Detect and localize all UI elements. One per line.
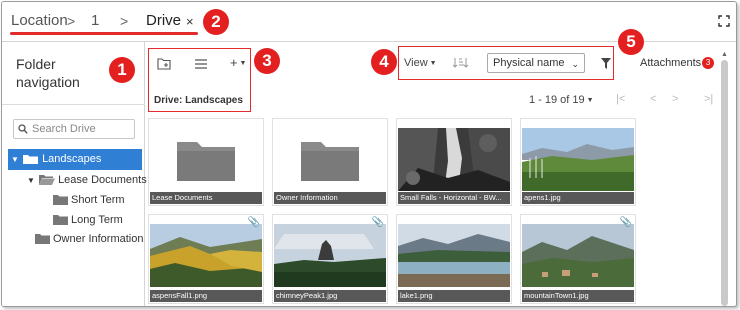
divider: [2, 104, 145, 105]
tile-image[interactable]: 📎 chimneyPeak1.jpg: [272, 214, 388, 304]
add-button[interactable]: + ▼: [230, 55, 246, 70]
breadcrumb-separator: >: [67, 13, 76, 29]
folder-icon: [53, 215, 68, 226]
next-page-icon[interactable]: >: [672, 93, 678, 105]
tile-folder[interactable]: Lease Documents: [148, 118, 264, 206]
attachments-count-badge: 3: [702, 57, 715, 69]
search-input[interactable]: [32, 121, 132, 137]
tile-caption: Lease Documents: [150, 192, 262, 204]
sort-order-icon[interactable]: [453, 57, 469, 69]
aspens-fall-thumbnail: [150, 224, 262, 287]
search-icon: [18, 124, 28, 134]
attachment-clip-icon: 📎: [247, 217, 260, 228]
breadcrumb-drive[interactable]: Drive: [146, 12, 181, 29]
attachments-button[interactable]: Attachments 3: [640, 57, 715, 69]
panel-title: Folder navigation: [16, 56, 80, 90]
attachments-label: Attachments: [640, 57, 702, 69]
chevron-down-icon: ⌄: [571, 59, 579, 69]
tree-item-owner-information[interactable]: Owner Information: [35, 229, 143, 250]
folder-open-icon: [39, 175, 56, 186]
tile-image[interactable]: lake1.png: [396, 214, 512, 304]
attachment-clip-icon: 📎: [371, 217, 384, 228]
caret-down-icon: ▼: [584, 97, 594, 104]
mountain-town-thumbnail: [522, 224, 634, 287]
tree-item-label: Landscapes: [42, 153, 102, 165]
tile-image[interactable]: 📎 aspensFall1.png: [148, 214, 264, 304]
tree-item-label: Lease Documents: [58, 174, 147, 186]
tile-image[interactable]: 📎 mountainTown1.jpg: [520, 214, 636, 304]
list-view-icon[interactable]: [195, 59, 207, 69]
scroll-up-icon[interactable]: ▲: [721, 51, 728, 58]
tile-caption: mountainTown1.jpg: [522, 290, 634, 302]
caret-down-icon[interactable]: ▼: [11, 149, 20, 170]
vertical-scrollbar[interactable]: [721, 60, 728, 306]
breadcrumb-location[interactable]: Location: [11, 12, 68, 29]
callout-marker-5: 5: [618, 29, 644, 55]
waterfall-thumbnail: [398, 128, 510, 191]
folder-icon: [35, 234, 50, 245]
new-folder-icon[interactable]: [157, 58, 171, 70]
first-page-icon[interactable]: |<: [616, 93, 625, 105]
attachment-clip-icon: 📎: [619, 217, 632, 228]
tile-image[interactable]: Small Falls - Horizontal - BW...: [396, 118, 512, 206]
previous-page-icon[interactable]: <: [650, 93, 656, 105]
pagination-range[interactable]: 1 - 19 of 19 ▼: [529, 94, 594, 106]
folder-icon: [177, 142, 235, 181]
tile-folder[interactable]: Owner Information: [272, 118, 388, 206]
chimney-peak-thumbnail: [274, 224, 386, 287]
folder-icon: [53, 195, 68, 206]
callout-marker-3: 3: [254, 48, 280, 74]
highlight-underline: [10, 32, 198, 35]
breadcrumb-level-1[interactable]: 1: [91, 12, 99, 29]
tree-item-label: Long Term: [71, 214, 123, 226]
toolbar-group-view: View ▼ Physical name ⌄: [398, 46, 614, 80]
tile-caption: apens1.jpg: [522, 192, 634, 204]
tree-item-landscapes[interactable]: ▼ Landscapes: [8, 149, 142, 170]
sort-field-select[interactable]: Physical name ⌄: [487, 53, 585, 73]
plus-icon: +: [230, 55, 238, 70]
close-icon[interactable]: ×: [186, 14, 194, 29]
caret-down-icon: ▼: [237, 60, 247, 67]
tree-item-long-term[interactable]: Long Term: [53, 210, 123, 231]
tree-item-lease-documents[interactable]: ▼ Lease Documents: [27, 170, 147, 191]
tile-image[interactable]: apens1.jpg: [520, 118, 636, 206]
search-box[interactable]: [13, 119, 135, 139]
pagination-range-text: 1 - 19 of 19: [529, 94, 585, 106]
tile-caption: Small Falls - Horizontal - BW...: [398, 192, 510, 204]
tile-caption: chimneyPeak1.jpg: [274, 290, 386, 302]
folder-icon: [301, 142, 359, 181]
current-drive-label: Drive: Landscapes: [154, 95, 243, 106]
callout-marker-4: 4: [371, 49, 397, 75]
caret-down-icon[interactable]: ▼: [27, 170, 36, 191]
view-menu-button[interactable]: View ▼: [404, 57, 437, 69]
view-label: View: [404, 57, 428, 69]
tile-caption: aspensFall1.png: [150, 290, 262, 302]
sort-field-value: Physical name: [493, 57, 565, 69]
tree-item-label: Owner Information: [53, 233, 144, 245]
filter-icon[interactable]: [601, 58, 611, 69]
tree-item-label: Short Term: [71, 194, 125, 206]
aspens-thumbnail: [522, 128, 634, 191]
callout-marker-1: 1: [109, 57, 135, 83]
tile-caption: lake1.png: [398, 290, 510, 302]
last-page-icon[interactable]: >|: [704, 93, 713, 105]
callout-marker-2: 2: [203, 9, 229, 35]
tree-item-short-term[interactable]: Short Term: [53, 190, 125, 211]
caret-down-icon: ▼: [427, 60, 437, 67]
toolbar-group-actions: + ▼ Drive: Landscapes: [148, 48, 251, 112]
drive-window: Location > 1 > Drive × 2 Folder navigati…: [1, 1, 737, 307]
tile-caption: Owner Information: [274, 192, 386, 204]
lake-thumbnail: [398, 224, 510, 287]
expand-icon[interactable]: [718, 15, 730, 27]
breadcrumb-separator: >: [120, 13, 129, 29]
folder-open-icon: [23, 155, 39, 165]
